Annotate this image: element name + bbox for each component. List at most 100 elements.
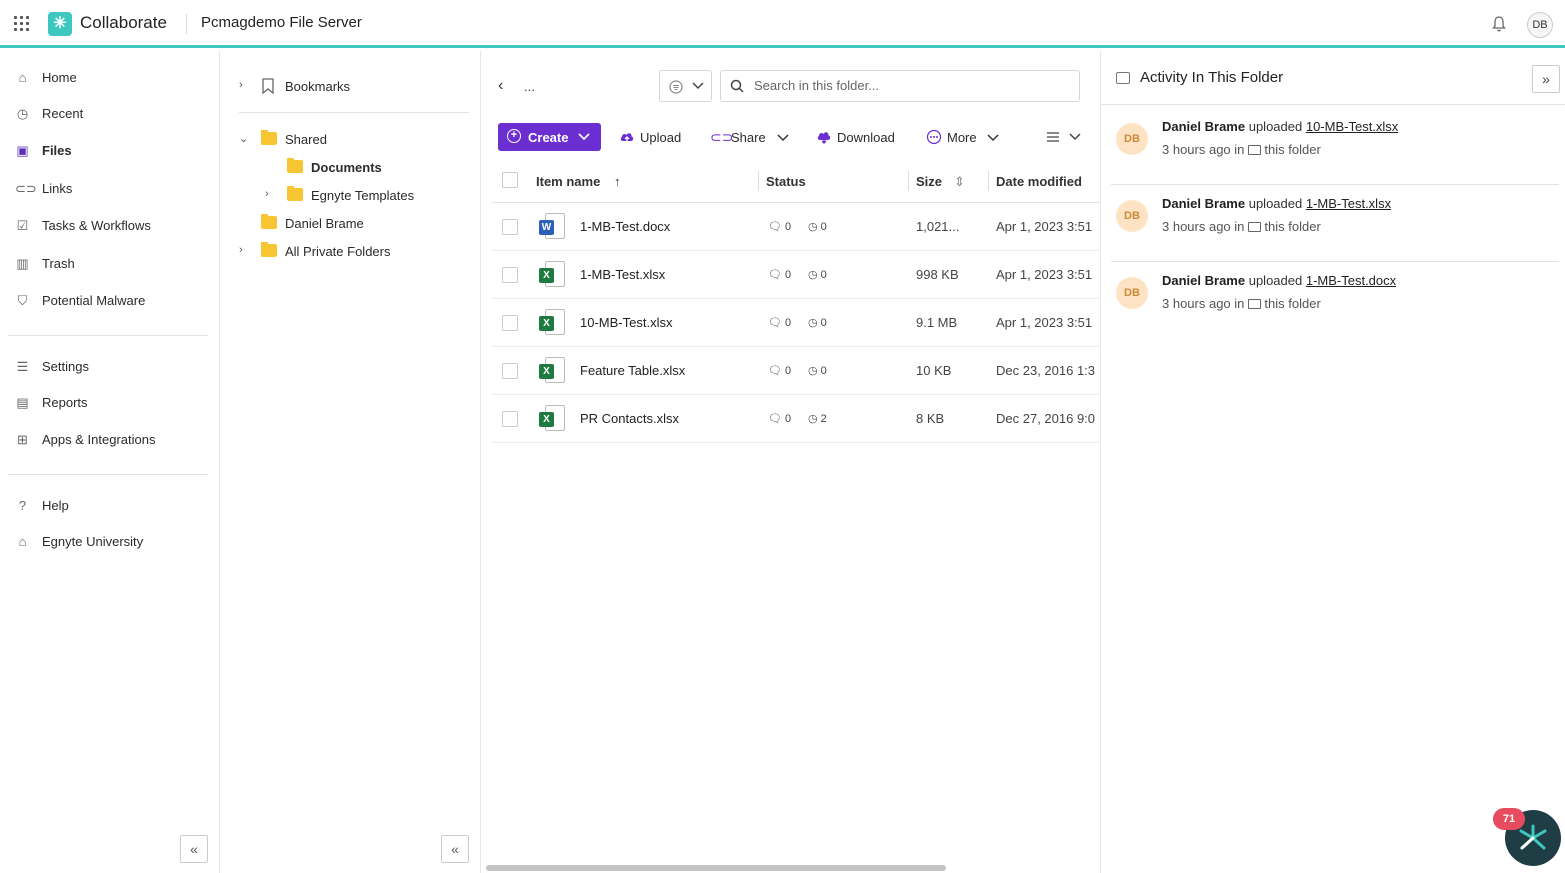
activity-file-link[interactable]: 10-MB-Test.xlsx xyxy=(1306,119,1398,134)
tree-divider xyxy=(239,112,469,113)
nav-item-settings[interactable]: ☰ Settings xyxy=(0,352,219,382)
column-header-date[interactable]: Date modified xyxy=(996,174,1082,189)
cloud-upload-icon xyxy=(620,133,634,142)
nav-item-tasks[interactable]: ☑ Tasks & Workflows xyxy=(0,211,219,241)
activity-user[interactable]: Daniel Brame xyxy=(1162,273,1245,288)
upload-button[interactable]: Upload xyxy=(619,129,689,149)
tree-item-documents[interactable]: Documents xyxy=(265,156,469,180)
view-toggle[interactable] xyxy=(1045,129,1085,149)
app-launcher-icon[interactable] xyxy=(14,16,30,32)
column-header-status[interactable]: Status xyxy=(766,174,806,189)
nav-item-home[interactable]: ⌂ Home xyxy=(0,63,219,93)
chevron-right-icon[interactable]: › xyxy=(239,79,251,93)
collapse-tree-button[interactable]: « xyxy=(441,835,469,863)
bell-icon[interactable] xyxy=(1491,15,1507,33)
activity-user[interactable]: Daniel Brame xyxy=(1162,196,1245,211)
nav-item-trash[interactable]: ▥ Trash xyxy=(0,249,219,279)
search-field[interactable] xyxy=(720,70,1080,102)
tree-label: Egnyte Templates xyxy=(311,188,415,203)
activity-location[interactable]: this folder xyxy=(1264,142,1320,157)
column-divider[interactable] xyxy=(908,171,909,191)
select-all-checkbox[interactable] xyxy=(502,172,518,188)
nav-item-apps[interactable]: ⊞ Apps & Integrations xyxy=(0,425,219,455)
nav-item-university[interactable]: ⌂ Egnyte University xyxy=(0,527,219,557)
tree-item-shared[interactable]: ⌄ Shared xyxy=(239,128,469,152)
table-row[interactable]: X Feature Table.xlsx 🗨 0 ◷ 0 10 KB Dec 2… xyxy=(492,347,1100,395)
nav-label: Tasks & Workflows xyxy=(42,218,151,233)
table-row[interactable]: X 10-MB-Test.xlsx 🗨 0 ◷ 0 9.1 MB Apr 1, … xyxy=(492,299,1100,347)
activity-file-link[interactable]: 1-MB-Test.docx xyxy=(1306,273,1396,288)
comments-count[interactable]: 🗨 0 xyxy=(768,220,791,233)
back-arrow-icon[interactable]: ‹ xyxy=(498,77,503,95)
activity-location[interactable]: this folder xyxy=(1264,296,1320,311)
versions-count[interactable]: ◷ 0 xyxy=(808,316,827,329)
search-input[interactable] xyxy=(754,78,1064,93)
create-button[interactable]: + Create xyxy=(498,123,601,151)
nav-item-reports[interactable]: ▤ Reports xyxy=(0,388,219,418)
collapse-nav-button[interactable]: « xyxy=(180,835,208,863)
versions-count[interactable]: ◷ 0 xyxy=(808,364,827,377)
filter-dropdown[interactable] xyxy=(659,70,712,102)
sort-ascending-icon[interactable]: ↑ xyxy=(614,174,621,189)
tree-item-daniel[interactable]: Daniel Brame xyxy=(239,212,469,236)
comments-value: 0 xyxy=(785,365,792,377)
column-header-name[interactable]: Item name xyxy=(536,174,600,189)
more-button[interactable]: More xyxy=(926,129,1004,149)
date-modified: Apr 1, 2023 3:51 xyxy=(996,219,1093,234)
versions-value: 0 xyxy=(820,365,827,377)
comments-count[interactable]: 🗨 0 xyxy=(768,268,791,281)
row-checkbox[interactable] xyxy=(502,219,518,235)
activity-file-link[interactable]: 1-MB-Test.xlsx xyxy=(1306,196,1391,211)
file-name[interactable]: 1-MB-Test.docx xyxy=(580,219,670,234)
versions-count[interactable]: ◷ 2 xyxy=(808,412,827,425)
file-name[interactable]: 1-MB-Test.xlsx xyxy=(580,267,665,282)
download-button[interactable]: Download xyxy=(816,129,906,149)
table-row[interactable]: X PR Contacts.xlsx 🗨 0 ◷ 2 8 KB Dec 27, … xyxy=(492,395,1100,443)
activity-user[interactable]: Daniel Brame xyxy=(1162,119,1245,134)
column-header-size[interactable]: Size xyxy=(916,174,942,189)
file-name[interactable]: PR Contacts.xlsx xyxy=(580,411,679,426)
comments-count[interactable]: 🗨 0 xyxy=(768,316,791,329)
share-button[interactable]: ⊂⊃ Share xyxy=(710,129,792,149)
tree-label: Daniel Brame xyxy=(285,216,364,231)
versions-count[interactable]: ◷ 0 xyxy=(808,268,827,281)
tree-item-templates[interactable]: › Egnyte Templates xyxy=(265,184,469,208)
tree-item-private[interactable]: › All Private Folders xyxy=(239,240,469,264)
app-name[interactable]: Collaborate xyxy=(80,13,167,33)
collapse-activity-button[interactable]: » xyxy=(1532,65,1560,93)
activity-location[interactable]: this folder xyxy=(1264,219,1320,234)
table-row[interactable]: X 1-MB-Test.xlsx 🗨 0 ◷ 0 998 KB Apr 1, 2… xyxy=(492,251,1100,299)
nav-item-help[interactable]: ? Help xyxy=(0,491,219,521)
nav-item-recent[interactable]: ◷ Recent xyxy=(0,99,219,129)
row-checkbox[interactable] xyxy=(502,411,518,427)
chevron-right-icon[interactable]: › xyxy=(265,188,277,202)
comments-count[interactable]: 🗨 0 xyxy=(768,364,791,377)
egnyte-logo[interactable]: ✳ xyxy=(48,12,72,36)
horizontal-scrollbar[interactable] xyxy=(486,865,946,871)
sort-icon[interactable]: ⇕ xyxy=(954,174,965,190)
chevron-down-icon[interactable]: ⌄ xyxy=(239,132,251,146)
nav-item-links[interactable]: ⊂⊃ Links xyxy=(0,174,219,204)
breadcrumb[interactable]: ... xyxy=(524,79,535,94)
row-checkbox[interactable] xyxy=(502,267,518,283)
nav-item-files[interactable]: ▣ Files xyxy=(0,136,219,166)
file-name[interactable]: 10-MB-Test.xlsx xyxy=(580,315,672,330)
filter-icon xyxy=(669,80,683,94)
file-name[interactable]: Feature Table.xlsx xyxy=(580,363,685,378)
column-divider[interactable] xyxy=(758,171,759,191)
column-divider[interactable] xyxy=(988,171,989,191)
avatar[interactable]: DB xyxy=(1116,123,1148,155)
versions-count[interactable]: ◷ 0 xyxy=(808,220,827,233)
comments-count[interactable]: 🗨 0 xyxy=(768,412,791,425)
tree-item-bookmarks[interactable]: › Bookmarks xyxy=(239,75,469,99)
user-avatar[interactable]: DB xyxy=(1527,12,1553,38)
nav-item-malware[interactable]: ⛉ Potential Malware xyxy=(0,286,219,316)
chevron-right-icon[interactable]: › xyxy=(239,244,251,258)
row-checkbox[interactable] xyxy=(502,315,518,331)
avatar[interactable]: DB xyxy=(1116,200,1148,232)
avatar[interactable]: DB xyxy=(1116,277,1148,309)
date-modified: Apr 1, 2023 3:51 xyxy=(996,315,1093,330)
row-checkbox[interactable] xyxy=(502,363,518,379)
notification-badge[interactable]: 71 xyxy=(1493,808,1525,830)
table-row[interactable]: W 1-MB-Test.docx 🗨 0 ◷ 0 1,021... Apr 1,… xyxy=(492,203,1100,251)
